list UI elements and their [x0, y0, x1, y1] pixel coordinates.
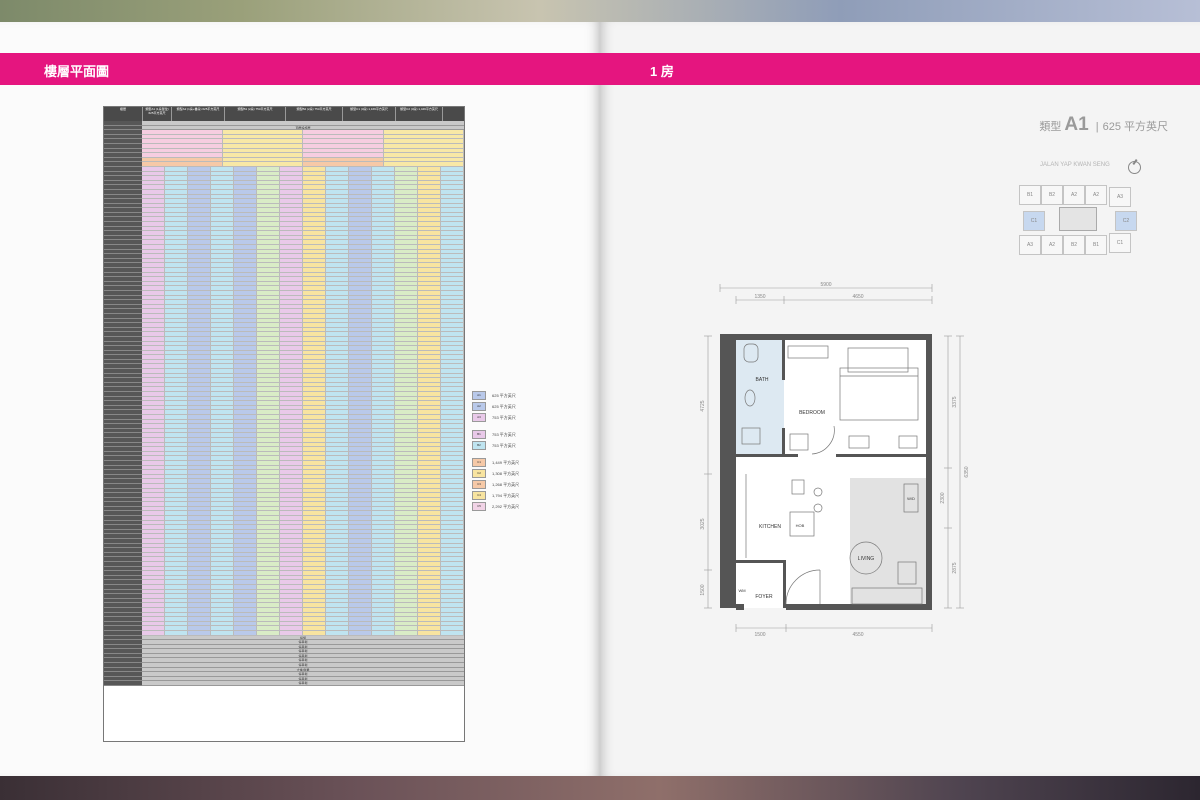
legend-item: B2 753 平方英尺: [472, 440, 519, 451]
legend-item: A1 625 平方英尺: [472, 390, 519, 401]
keyplan-unit: B2: [1063, 235, 1085, 255]
table-header-cell: 類型A2 (1房+書房) 625平方英尺: [172, 107, 225, 121]
dim-right-bottom: 2875: [952, 562, 958, 573]
dim-bottom-right: 4550: [852, 632, 863, 638]
table-header-cell: 類型A1 (1房單位) 625平方英尺: [143, 107, 172, 121]
keyplan-unit: C1: [1023, 211, 1045, 231]
legend-swatch: C3: [472, 480, 486, 489]
north-compass-icon: [1128, 161, 1141, 174]
label-hob: HOB: [796, 523, 805, 528]
legend-item: C4 1,794 平方英尺: [472, 490, 519, 501]
unit-type-code: A1: [1064, 114, 1089, 135]
room-label-foyer: FOYER: [755, 594, 773, 600]
table-header-cell: 類型C2 (3房) 1,449平方英尺: [396, 107, 443, 121]
legend-swatch: B1: [472, 430, 486, 439]
keyplan-unit: A3: [1019, 235, 1041, 255]
keyplan-unit: B1: [1019, 185, 1041, 205]
right-page-title: 1 房: [650, 64, 674, 79]
legend-swatch: C4: [472, 491, 486, 500]
table-row: 停車場: [104, 681, 464, 687]
keyplan-core: [1059, 207, 1097, 231]
left-page: 樓層平面圖 樓層 類型A1 (1房單位) 625平方英尺 類型A2 (1房+書房) …: [0, 22, 600, 776]
table-header-cell: 類型C1 (3房) 1,169平方英尺: [343, 107, 396, 121]
keyplan-unit: B2: [1041, 185, 1063, 205]
legend-item: A2 625 平方英尺: [472, 401, 519, 412]
keyplan-unit: A2: [1041, 235, 1063, 255]
label-wd: W/D: [907, 496, 915, 501]
bottom-photo-strip: [0, 776, 1200, 800]
legend-label: 753 平方英尺: [492, 414, 516, 420]
unit-type-prefix: 類型: [1039, 121, 1062, 133]
label-wm: WM: [738, 588, 745, 593]
keyplan-unit: B1: [1085, 235, 1107, 255]
legend-swatch: C1: [472, 458, 486, 467]
legend-swatch: A3: [472, 413, 486, 422]
legend-label: 1,794 平方英尺: [492, 492, 520, 498]
dim-top-left: 1350: [754, 294, 765, 300]
legend-item: B1 753 平方英尺: [472, 429, 519, 440]
dim-top-right: 4650: [852, 294, 863, 300]
room-label-bedroom: BEDROOM: [799, 410, 825, 416]
keyplan-unit: A3: [1109, 187, 1131, 207]
table-header: 樓層 類型A1 (1房單位) 625平方英尺 類型A2 (1房+書房) 625平方英…: [104, 107, 464, 121]
keyplan-unit: A2: [1085, 185, 1107, 205]
keyplan-unit: C1: [1109, 233, 1131, 253]
room-label-kitchen: KITCHEN: [759, 524, 781, 530]
legend-item: C1 1,449 平方英尺: [472, 457, 519, 468]
room-label-living: LIVING: [858, 556, 875, 562]
left-page-title: 樓層平面圖: [44, 64, 110, 79]
legend-swatch: C2: [472, 469, 486, 478]
table-header-cell: 樓層: [104, 107, 143, 121]
legend-swatch: A1: [472, 391, 486, 400]
floor-plan-drawing: 5900 1350 4650 1500 4550 4725 3025 1500 …: [700, 282, 970, 638]
span-cell: 停車場: [142, 681, 464, 687]
legend-label: 1,449 平方英尺: [492, 459, 520, 465]
table-body: 頂層設施層 設施 停車場 停車場 停車場 停車場 停車場 停車場 大堂/商業 停車場 停車場 停車場: [104, 121, 464, 687]
dim-top-total: 5900: [820, 282, 831, 288]
key-plan: B1 B2 A2 A2 A3 C1 C2 A3 A2 B2 B1 C1: [1017, 177, 1138, 259]
dim-left-bottom: 1500: [700, 584, 706, 595]
keyplan-street-label: JALAN YAP KWAN SENG: [1040, 162, 1110, 168]
left-header-band: 樓層平面圖: [0, 53, 600, 85]
dim-right-total: 6350: [964, 466, 970, 477]
legend-label: 1,308 平方英尺: [492, 470, 520, 476]
keyplan-unit: C2: [1115, 211, 1137, 231]
legend-label: 2,292 平方英尺: [492, 503, 520, 509]
dim-right-mid: 2300: [940, 492, 946, 503]
dim-bottom-left: 1500: [754, 632, 765, 638]
legend-label: 753 平方英尺: [492, 442, 516, 448]
legend-swatch: A2: [472, 402, 486, 411]
room-label-bath: BATH: [756, 377, 769, 383]
keyplan-unit: A2: [1063, 185, 1085, 205]
legend-label: 753 平方英尺: [492, 431, 516, 437]
legend-item: A3 753 平方英尺: [472, 412, 519, 423]
table-header-cell: 類型B1 (2房) 753平方英尺: [225, 107, 286, 121]
right-page: 1 房 類型 A1 | 625 平方英尺 JALAN YAP KWAN SENG…: [600, 22, 1200, 776]
right-header-band: 1 房: [600, 53, 1200, 85]
legend-swatch: C5: [472, 502, 486, 511]
legend-item: C5 2,292 平方英尺: [472, 501, 519, 512]
unit-type-legend: A1 625 平方英尺 A2 625 平方英尺 A3 753 平方英尺 B1 753 平方英尺…: [472, 390, 519, 512]
unit-type-separator: |: [1095, 121, 1099, 133]
dim-left-mid: 3025: [700, 518, 706, 529]
unit-area: 625 平方英尺: [1102, 121, 1168, 133]
dim-right-top: 3375: [952, 396, 958, 407]
floor-stacking-table: 樓層 類型A1 (1房單位) 625平方英尺 類型A2 (1房+書房) 625平方英…: [103, 106, 465, 742]
dim-left-top: 4725: [700, 400, 706, 411]
top-photo-strip: [0, 0, 1200, 22]
legend-item: C2 1,308 平方英尺: [472, 468, 519, 479]
table-header-cell: 類型B2 (2房) 753平方英尺: [286, 107, 343, 121]
legend-label: 625 平方英尺: [492, 403, 516, 409]
legend-item: C3 1,268 平方英尺: [472, 479, 519, 490]
legend-swatch: B2: [472, 441, 486, 450]
unit-type-heading: 類型 A1 | 625 平方英尺: [1039, 114, 1168, 136]
legend-label: 1,268 平方英尺: [492, 481, 520, 487]
legend-label: 625 平方英尺: [492, 392, 516, 398]
floor-cell: [104, 681, 142, 687]
